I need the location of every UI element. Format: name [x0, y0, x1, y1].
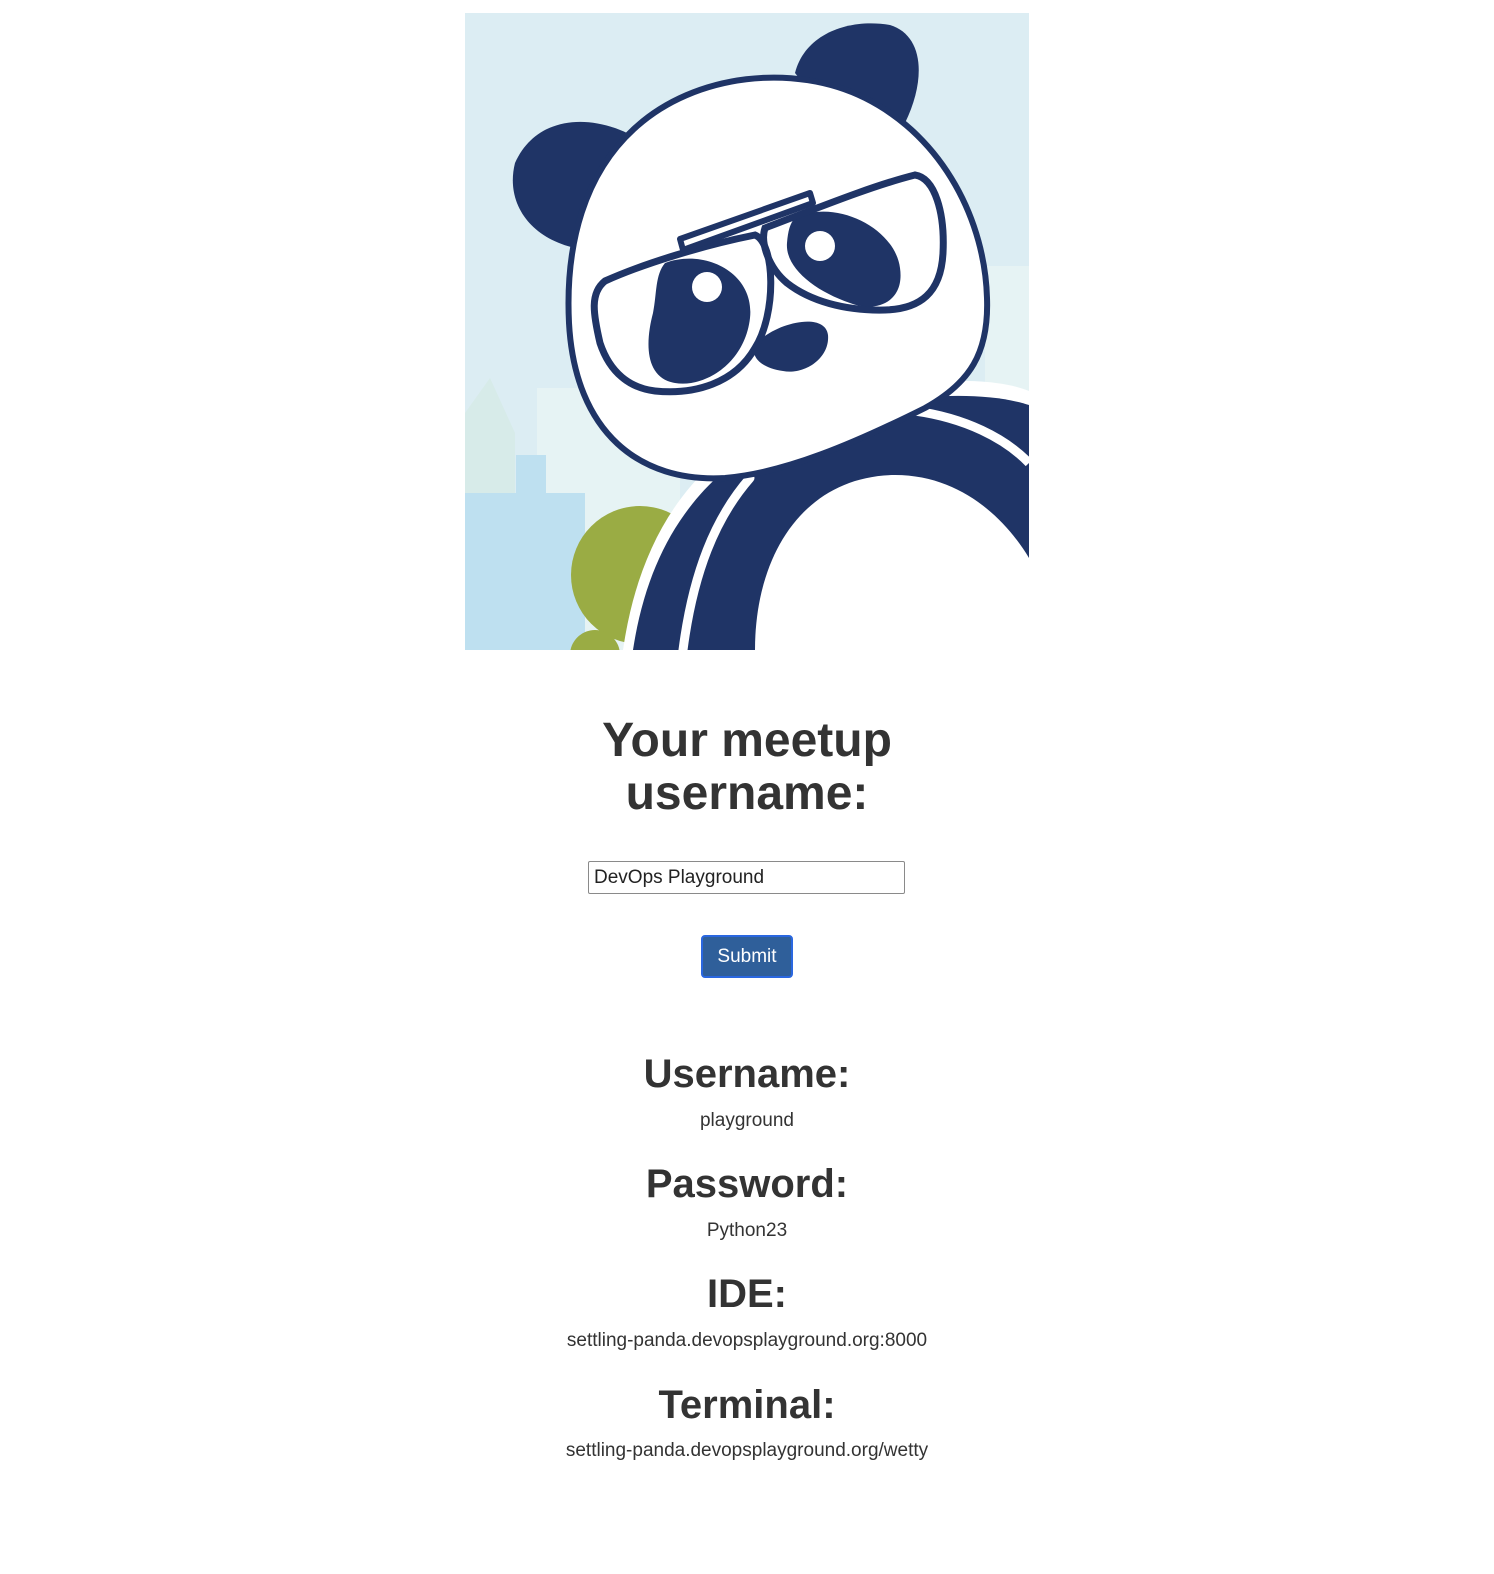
building-blue-tower [516, 455, 546, 515]
page: Your meetup username: Submit Username: p… [0, 0, 1494, 1574]
terminal-heading: Terminal: [658, 1383, 836, 1427]
username-value: playground [699, 1110, 795, 1131]
eye-highlight-left [692, 272, 722, 302]
form-title-line-2: username: [625, 767, 869, 820]
ide-url-value: settling-panda.devopsplayground.org:8000 [566, 1330, 928, 1351]
eye-highlight-right [805, 231, 835, 261]
panda-mascot-image [465, 13, 1029, 650]
building-blue [465, 493, 585, 650]
submit-button[interactable]: Submit [701, 935, 793, 978]
form-title: Your meetup username: [0, 714, 1494, 820]
password-heading: Password: [645, 1162, 849, 1206]
username-heading: Username: [643, 1052, 851, 1096]
terminal-url-value: settling-panda.devopsplayground.org/wett… [565, 1440, 929, 1461]
meetup-username-input[interactable] [588, 861, 905, 894]
ide-heading: IDE: [707, 1272, 787, 1316]
password-value: Python23 [706, 1220, 788, 1241]
form-title-line-1: Your meetup [602, 714, 892, 767]
panda-illustration [465, 13, 1029, 650]
